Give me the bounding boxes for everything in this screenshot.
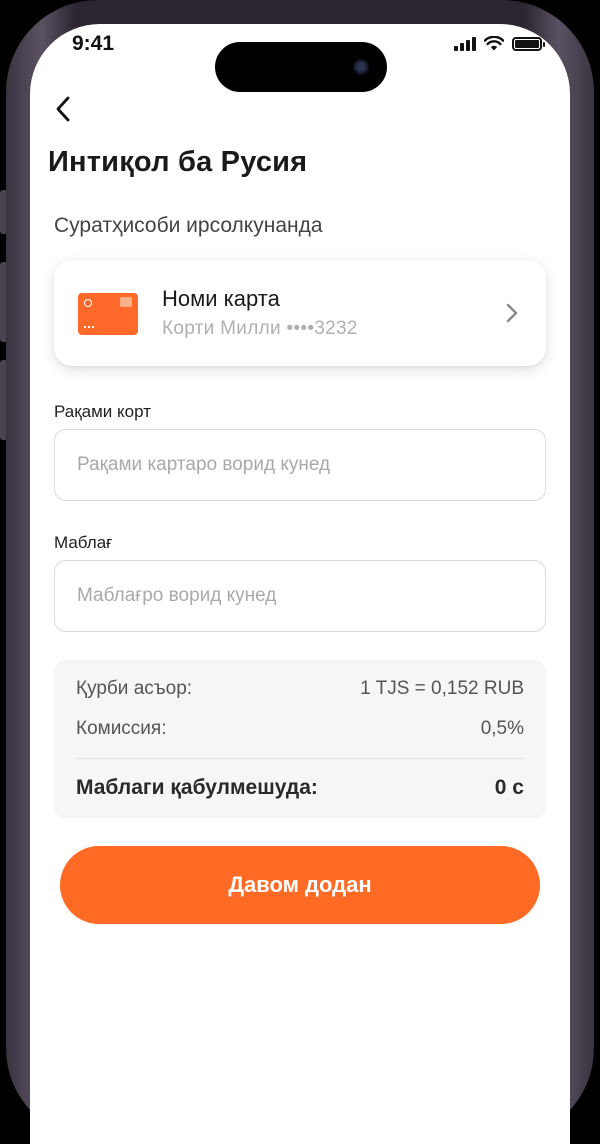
phone-device: 9:41 Интиқол ба Русия Суратҳисоби ирсолк… xyxy=(0,0,600,1144)
exchange-rate-label: Қурби асъор: xyxy=(76,678,193,699)
commission-value: 0,5% xyxy=(480,718,524,739)
dynamic-island xyxy=(215,42,387,92)
chevron-right-icon xyxy=(506,303,518,323)
exchange-rate-row: Қурби асъор: 1 TJS = 0,152 RUB xyxy=(76,678,524,700)
sender-card-selector[interactable]: Номи карта Корти Милли ••••3232 xyxy=(54,260,546,366)
camera-icon xyxy=(353,59,369,75)
page-title: Интиқол ба Русия xyxy=(48,146,308,178)
cellular-signal-icon xyxy=(454,36,476,51)
card-name: Номи карта xyxy=(162,286,280,311)
wifi-icon xyxy=(484,36,504,51)
received-amount-label: Маблаги қабулмешуда: xyxy=(76,776,318,799)
exchange-rate-value: 1 TJS = 0,152 RUB xyxy=(360,678,524,699)
amount-label: Маблағ xyxy=(54,533,113,552)
screen: 9:41 Интиқол ба Русия Суратҳисоби ирсолк… xyxy=(30,24,570,1144)
card-number-label: Рақами корт xyxy=(54,402,151,421)
commission-row: Комиссия: 0,5% xyxy=(76,718,524,740)
status-time: 9:41 xyxy=(72,32,115,55)
amount-input[interactable] xyxy=(54,560,546,632)
received-amount-value: 0 с xyxy=(494,776,524,799)
received-amount-row: Маблаги қабулмешуда: 0 с xyxy=(76,776,524,800)
back-button[interactable] xyxy=(46,92,80,126)
continue-button[interactable]: Давом додан xyxy=(60,846,540,924)
card-masked-number: Корти Милли ••••3232 xyxy=(162,318,358,339)
chevron-left-icon xyxy=(56,96,70,122)
card-thumbnail-icon xyxy=(78,293,138,335)
transfer-summary: Қурби асъор: 1 TJS = 0,152 RUB Комиссия:… xyxy=(54,660,546,818)
battery-icon xyxy=(512,36,545,51)
sender-account-label: Суратҳисоби ирсолкунанда xyxy=(54,214,323,237)
card-number-input[interactable] xyxy=(54,429,546,501)
status-icons xyxy=(454,36,545,51)
summary-divider xyxy=(76,758,524,759)
commission-label: Комиссия: xyxy=(76,718,167,739)
